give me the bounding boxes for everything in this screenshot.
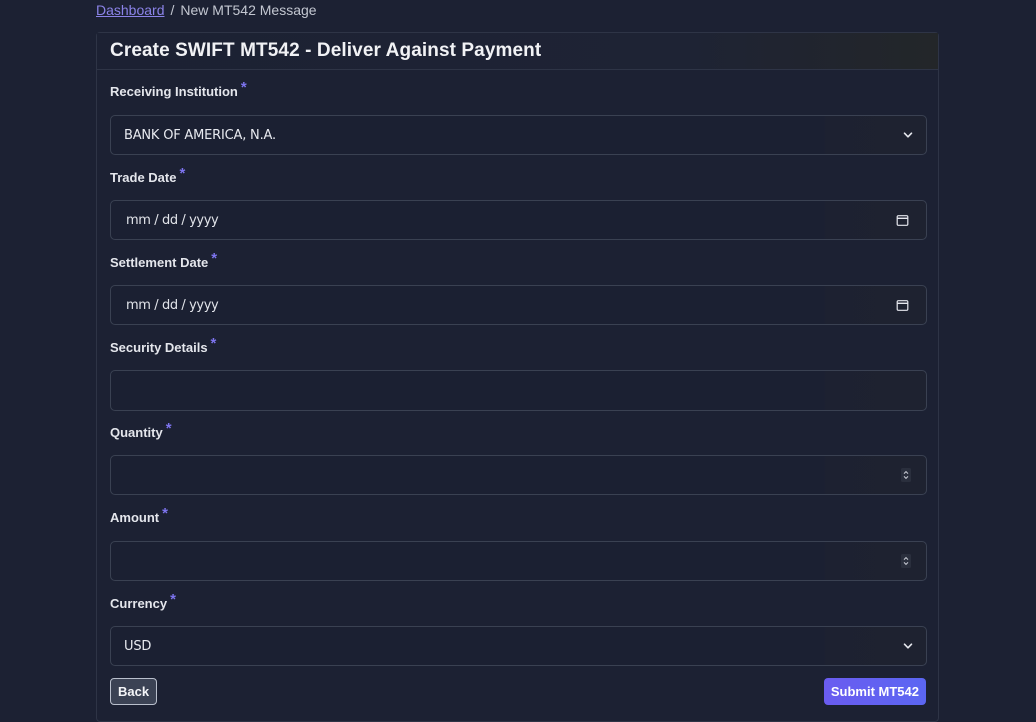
card-header: Create SWIFT MT542 - Deliver Against Pay…	[97, 33, 938, 70]
security-details-label-text: Security Details	[110, 340, 208, 355]
quantity-label-text: Quantity	[110, 425, 163, 440]
currency-label-text: Currency	[110, 596, 168, 611]
chevron-down-icon	[902, 129, 914, 141]
quantity-input[interactable]	[110, 455, 927, 495]
calendar-icon[interactable]	[896, 299, 909, 312]
amount-input[interactable]	[110, 541, 927, 581]
receiving-institution-select[interactable]: BANK OF AMERICA, N.A.	[110, 115, 927, 155]
breadcrumb: Dashboard / New MT542 Message	[96, 1, 317, 19]
required-marker: *	[210, 335, 217, 352]
currency-label: Currency *	[110, 592, 176, 612]
receiving-institution-label-text: Receiving Institution	[110, 84, 238, 99]
settlement-date-label-text: Settlement Date	[110, 255, 209, 270]
trade-date-label: Trade Date *	[110, 166, 185, 186]
back-button[interactable]: Back	[110, 678, 158, 705]
required-marker: *	[162, 505, 168, 522]
trade-date-input[interactable]: mm / dd / yyyy	[110, 200, 927, 240]
required-marker: *	[179, 165, 186, 182]
security-details-label: Security Details *	[110, 336, 216, 356]
mt542-form-card: Create SWIFT MT542 - Deliver Against Pay…	[96, 32, 939, 722]
page-title: Create SWIFT MT542 - Deliver Against Pay…	[110, 40, 542, 61]
required-marker: *	[170, 591, 176, 608]
settlement-date-input[interactable]: mm / dd / yyyy	[110, 285, 927, 325]
trade-date-label-text: Trade Date	[110, 170, 177, 185]
settlement-date-label: Settlement Date *	[110, 251, 217, 271]
breadcrumb-dashboard-link[interactable]: Dashboard	[96, 2, 165, 18]
amount-label-text: Amount	[110, 510, 160, 525]
spinner-icon[interactable]	[901, 468, 911, 482]
chevron-down-icon	[902, 640, 914, 652]
quantity-label: Quantity *	[110, 421, 172, 441]
breadcrumb-current: New MT542 Message	[180, 2, 317, 18]
spinner-icon[interactable]	[901, 554, 911, 568]
submit-mt542-button[interactable]: Submit MT542	[823, 678, 926, 705]
settlement-date-placeholder: mm / dd / yyyy	[126, 297, 219, 313]
calendar-icon[interactable]	[896, 214, 909, 227]
security-details-input[interactable]	[110, 370, 927, 411]
currency-value: USD	[124, 638, 152, 654]
required-marker: *	[165, 420, 172, 437]
required-marker: *	[211, 250, 218, 267]
receiving-institution-label: Receiving Institution *	[110, 80, 247, 100]
breadcrumb-separator: /	[170, 2, 175, 18]
receiving-institution-value: BANK OF AMERICA, N.A.	[124, 127, 276, 143]
currency-select[interactable]: USD	[110, 626, 927, 666]
trade-date-placeholder: mm / dd / yyyy	[126, 212, 219, 228]
required-marker: *	[240, 79, 247, 96]
amount-label: Amount *	[110, 506, 168, 526]
